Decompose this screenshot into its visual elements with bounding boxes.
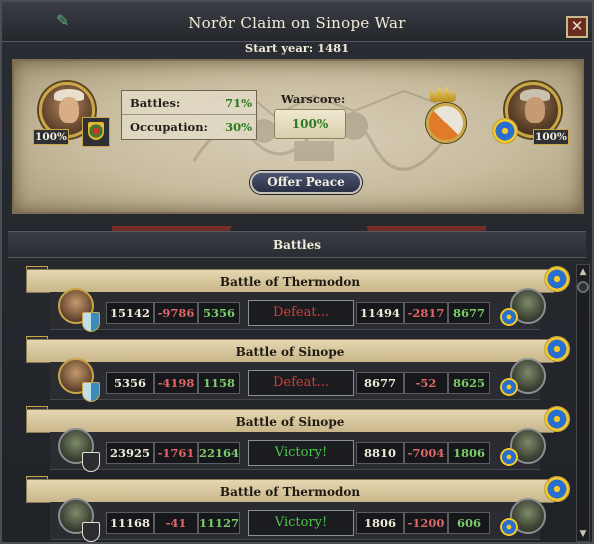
battles-header: Battles bbox=[8, 231, 586, 258]
battles-label: Battles: bbox=[130, 96, 181, 110]
warscore-label: Warscore: bbox=[281, 92, 346, 106]
defender-shield-icon bbox=[500, 448, 518, 466]
our-losses: -9786 bbox=[154, 302, 198, 324]
war-goal-shield-icon[interactable] bbox=[426, 103, 466, 143]
our-troops: 23925 bbox=[106, 442, 154, 464]
attacker-strength-badge: 100% bbox=[33, 129, 69, 145]
battle-result[interactable]: Defeat... bbox=[248, 370, 354, 396]
their-remaining: 8677 bbox=[448, 302, 490, 324]
warscore-value: 100% bbox=[274, 109, 346, 139]
defender-shield-icon bbox=[500, 518, 518, 536]
battle-row[interactable]: Battle of Sinope 5356 -4198 1158 Defeat.… bbox=[16, 336, 572, 402]
scroll-down-arrow-icon[interactable]: ▼ bbox=[578, 529, 588, 539]
attacker-shield-icon bbox=[82, 452, 100, 472]
defender-shield-icon bbox=[500, 378, 518, 396]
war-window: ✎ Norðr Claim on Sinope War ✕ Start year… bbox=[0, 0, 594, 544]
our-troops: 5356 bbox=[106, 372, 154, 394]
their-losses: -52 bbox=[404, 372, 448, 394]
their-losses: -2817 bbox=[404, 302, 448, 324]
our-remaining: 22164 bbox=[198, 442, 240, 464]
battles-value: 71% bbox=[225, 96, 252, 110]
battles-title: Battles bbox=[273, 238, 321, 252]
defender-flag-icon bbox=[544, 266, 570, 292]
battle-list[interactable]: Battle of Thermodon 15142 -9786 5356 Def… bbox=[16, 264, 572, 544]
battle-row[interactable]: Battle of Sinope 23925 -1761 22164 Victo… bbox=[16, 406, 572, 472]
attacker-shield-icon bbox=[82, 522, 100, 542]
defender-flag-icon bbox=[544, 406, 570, 432]
our-remaining: 11127 bbox=[198, 512, 240, 534]
title-bar: ✎ Norðr Claim on Sinope War ✕ bbox=[2, 2, 592, 42]
offer-peace-button[interactable]: Offer Peace bbox=[250, 171, 362, 194]
defender-flag-icon bbox=[544, 336, 570, 362]
our-remaining: 5356 bbox=[198, 302, 240, 324]
war-stats-box: Battles: 71% Occupation: 30% bbox=[121, 90, 258, 140]
battle-row[interactable]: Battle of Thermodon 11168 -41 11127 Vict… bbox=[16, 476, 572, 542]
their-troops: 11494 bbox=[356, 302, 404, 324]
battle-result[interactable]: Victory! bbox=[248, 440, 354, 466]
defender-flag-icon[interactable] bbox=[492, 118, 518, 144]
scroll-thumb[interactable] bbox=[577, 281, 589, 293]
close-button[interactable]: ✕ bbox=[566, 16, 588, 38]
battle-name: Battle of Sinope bbox=[235, 415, 345, 429]
defender-flag-icon bbox=[544, 476, 570, 502]
our-troops: 15142 bbox=[106, 302, 154, 324]
occupation-value: 30% bbox=[225, 120, 252, 134]
attacker-flag-icon[interactable] bbox=[82, 117, 110, 147]
battle-result[interactable]: Defeat... bbox=[248, 300, 354, 326]
our-remaining: 1158 bbox=[198, 372, 240, 394]
their-remaining: 8625 bbox=[448, 372, 490, 394]
defender-shield-icon bbox=[500, 308, 518, 326]
scroll-up-arrow-icon[interactable]: ▲ bbox=[578, 267, 588, 277]
our-losses: -4198 bbox=[154, 372, 198, 394]
our-troops: 11168 bbox=[106, 512, 154, 534]
our-losses: -41 bbox=[154, 512, 198, 534]
battle-row[interactable]: Battle of Thermodon 15142 -9786 5356 Def… bbox=[16, 266, 572, 332]
their-troops: 8677 bbox=[356, 372, 404, 394]
their-losses: -1200 bbox=[404, 512, 448, 534]
defender-strength-badge: 100% bbox=[533, 129, 569, 145]
start-year: Start year: 1481 bbox=[244, 41, 350, 55]
battle-result[interactable]: Victory! bbox=[248, 510, 354, 536]
battle-name: Battle of Thermodon bbox=[219, 485, 361, 499]
battle-list-scrollbar[interactable]: ▲ ▼ bbox=[576, 264, 590, 542]
their-losses: -7004 bbox=[404, 442, 448, 464]
attacker-shield-icon bbox=[82, 312, 100, 332]
their-troops: 1806 bbox=[356, 512, 404, 534]
window-title: Norðr Claim on Sinope War bbox=[188, 14, 406, 32]
attacker-shield-icon bbox=[82, 382, 100, 402]
their-remaining: 1806 bbox=[448, 442, 490, 464]
our-losses: -1761 bbox=[154, 442, 198, 464]
battle-name: Battle of Thermodon bbox=[219, 275, 361, 289]
battle-name: Battle of Sinope bbox=[235, 345, 345, 359]
their-troops: 8810 bbox=[356, 442, 404, 464]
occupation-label: Occupation: bbox=[130, 120, 208, 134]
their-remaining: 606 bbox=[448, 512, 490, 534]
